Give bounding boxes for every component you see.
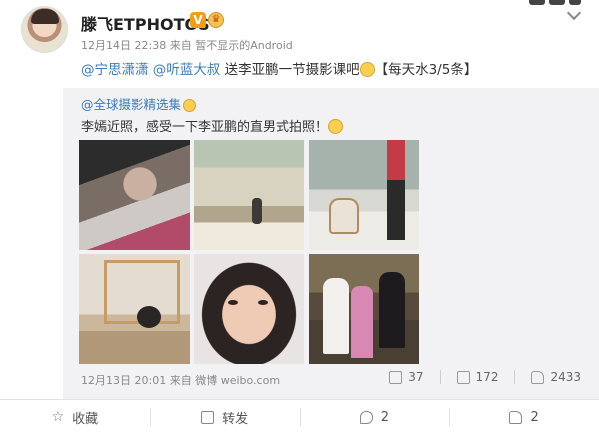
quoted-username: @全球摄影精选集: [81, 94, 197, 113]
post-source: 暂不显示的Android: [195, 39, 293, 52]
post-text: 送李亚鹏一节摄影课吧: [224, 62, 360, 78]
quoted-post[interactable]: @全球摄影精选集 李嫣近照，感受一下李亚鹏的直男式拍照！ 12月13日 20:0…: [63, 88, 599, 399]
quoted-text: 李嫣近照，感受一下李亚鹏的直男式拍照！: [81, 116, 344, 135]
crown-emoji-icon: [183, 99, 197, 112]
like-button[interactable]: 2: [449, 400, 599, 434]
quoted-source: 微博 weibo.com: [195, 374, 281, 387]
repost-icon: [389, 370, 403, 384]
repost-button[interactable]: 转发: [149, 400, 300, 434]
post-tag: 【每天水3/5条】: [374, 62, 478, 78]
quoted-meta: 12月13日 20:01 来自 微博 weibo.com: [81, 372, 280, 388]
star-icon: ☆: [51, 409, 65, 425]
emoji-icon: [359, 62, 375, 77]
quoted-username-link[interactable]: @全球摄影精选集: [81, 97, 181, 112]
repost-label: 转发: [222, 411, 249, 427]
like-icon: [531, 370, 545, 384]
like-icon: [509, 410, 523, 424]
member-crown-icon: ♛: [208, 12, 224, 28]
photo-thumbnail[interactable]: [309, 254, 419, 364]
divider: [514, 370, 516, 384]
mention-link[interactable]: @听蓝大叔: [153, 62, 221, 78]
comment-icon: [456, 370, 470, 384]
favorite-label: 收藏: [72, 411, 99, 427]
post-meta: 12月14日 22:38 来自 暂不显示的Android: [81, 37, 293, 53]
chevron-down-icon[interactable]: [566, 5, 582, 21]
avatar[interactable]: [21, 6, 68, 53]
photo-thumbnail[interactable]: [79, 140, 190, 250]
action-bar: ☆ 收藏 转发 2 2: [0, 399, 599, 434]
comment-count: 2: [380, 409, 390, 425]
quoted-repost-stat[interactable]: 37: [389, 370, 424, 384]
photo-thumbnail[interactable]: [194, 254, 304, 364]
comment-icon: [359, 410, 373, 424]
post-content: @宁思潇潇 @听蓝大叔 送李亚鹏一节摄影课吧 【每天水3/5条】: [81, 58, 477, 78]
verified-badge-icon: V: [190, 12, 206, 28]
emoji-icon: [328, 119, 344, 134]
quoted-like-stat[interactable]: 2433: [531, 370, 581, 384]
top-decoration: [529, 0, 581, 5]
source-prefix: 来自: [169, 39, 192, 52]
quoted-comment-stat[interactable]: 172: [456, 370, 499, 384]
like-count: 2: [530, 409, 539, 425]
quoted-time[interactable]: 12月13日 20:01: [81, 374, 166, 387]
quoted-text-body: 李嫣近照，感受一下李亚鹏的直男式拍照！: [81, 120, 329, 135]
quoted-source-prefix: 来自: [169, 374, 192, 387]
photo-thumbnail[interactable]: [194, 140, 304, 250]
photo-thumbnail[interactable]: [309, 140, 419, 250]
repost-icon: [201, 410, 215, 424]
mention-link[interactable]: @宁思潇潇: [81, 62, 149, 78]
quoted-comments-count: 172: [475, 370, 499, 384]
comment-button[interactable]: 2: [299, 400, 450, 434]
quoted-likes-count: 2433: [550, 370, 581, 384]
photo-thumbnail[interactable]: [79, 254, 190, 364]
divider: [439, 370, 441, 384]
post-time[interactable]: 12月14日 22:38: [81, 39, 166, 52]
quoted-reposts-count: 37: [408, 370, 424, 384]
favorite-button[interactable]: ☆ 收藏: [0, 400, 150, 434]
quoted-stats: 37 172 2433: [389, 370, 581, 384]
